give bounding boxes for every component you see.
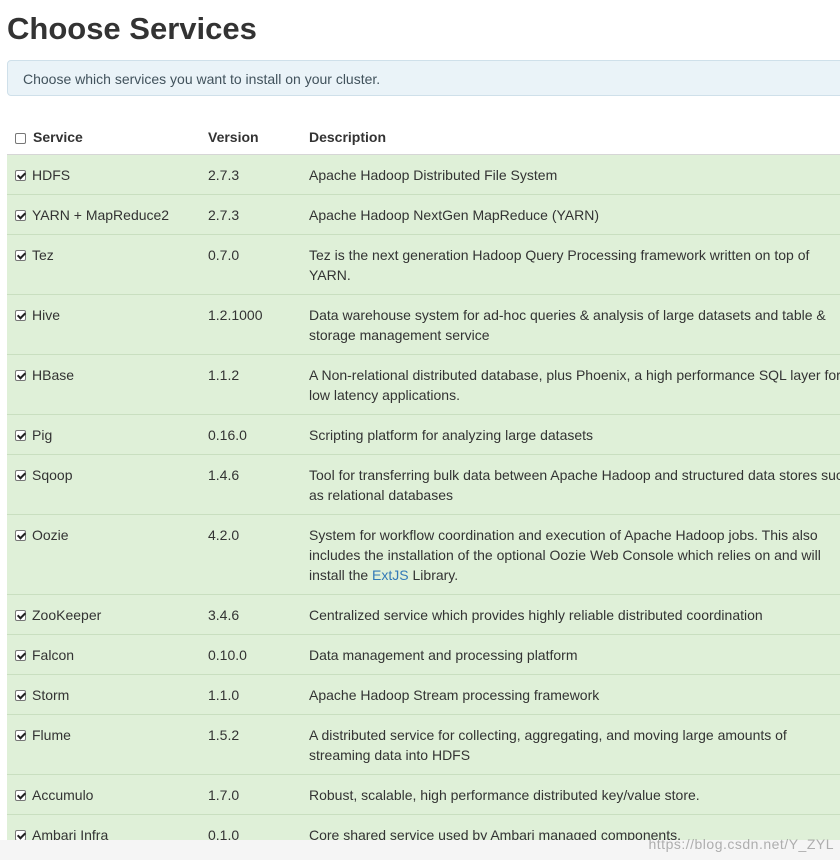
service-cell: Flume: [7, 714, 200, 775]
service-version: 1.2.1000: [200, 294, 301, 355]
service-description: Centralized service which provides highl…: [301, 594, 840, 635]
version-column-header: Version: [200, 119, 301, 155]
description-text: Library.: [408, 567, 459, 583]
service-checkbox[interactable]: [15, 790, 26, 801]
service-version: 1.5.2: [200, 714, 301, 775]
table-row: Pig 0.16.0 Scripting platform for analyzin…: [7, 414, 840, 455]
service-description: Tez is the next generation Hadoop Query …: [301, 234, 840, 295]
service-version: 3.4.6: [200, 594, 301, 635]
service-cell: Tez: [7, 234, 200, 295]
table-row: HBase 1.1.2 A Non-relational distributed d…: [7, 354, 840, 415]
service-checkbox[interactable]: [15, 730, 26, 741]
services-table: Service Version Description HDFS 2.7.3 Apa…: [7, 119, 840, 854]
service-description: Apache Hadoop Stream processing framewor…: [301, 674, 840, 715]
service-description: Data management and processing platform: [301, 634, 840, 675]
service-name: Oozie: [32, 527, 69, 543]
service-cell: Hive: [7, 294, 200, 355]
table-row: Storm 1.1.0 Apache Hadoop Stream processin…: [7, 674, 840, 715]
service-cell: Accumulo: [7, 774, 200, 815]
service-checkbox[interactable]: [15, 610, 26, 621]
service-name: HBase: [32, 367, 75, 383]
table-row: Tez 0.7.0 Tez is the next generation Hadoo…: [7, 234, 840, 295]
service-checkbox[interactable]: [15, 430, 26, 441]
service-cell: Oozie: [7, 514, 200, 595]
watermark-text: https://blog.csdn.net/Y_ZYL: [648, 836, 834, 852]
service-name: Tez: [32, 247, 54, 263]
service-name: Hive: [32, 307, 61, 323]
table-row: HDFS 2.7.3 Apache Hadoop Distributed File …: [7, 154, 840, 195]
service-cell: Storm: [7, 674, 200, 715]
page: Choose Services Choose which services yo…: [0, 0, 840, 860]
service-cell: Falcon: [7, 634, 200, 675]
service-name: YARN + MapReduce2: [32, 207, 170, 223]
service-cell: ZooKeeper: [7, 594, 200, 635]
service-version: 0.16.0: [200, 414, 301, 455]
service-description: Data warehouse system for ad-hoc queries…: [301, 294, 840, 355]
service-checkbox[interactable]: [15, 250, 26, 261]
service-description: Apache Hadoop NextGen MapReduce (YARN): [301, 194, 840, 235]
services-table-body: HDFS 2.7.3 Apache Hadoop Distributed File …: [7, 154, 840, 854]
table-row: Oozie 4.2.0 System for workflow coordinati…: [7, 514, 840, 595]
service-column-header: Service: [7, 119, 200, 155]
service-checkbox[interactable]: [15, 210, 26, 221]
service-cell: Sqoop: [7, 454, 200, 515]
service-name: HDFS: [32, 167, 71, 183]
table-row: YARN + MapReduce2 2.7.3 Apache Hadoop Next…: [7, 194, 840, 235]
service-version: 1.4.6: [200, 454, 301, 515]
page-title: Choose Services: [7, 11, 257, 46]
service-name: Pig: [32, 427, 53, 443]
service-version: 4.2.0: [200, 514, 301, 595]
service-name: Falcon: [32, 647, 75, 663]
select-all-checkbox[interactable]: [15, 132, 26, 144]
service-name: Flume: [32, 727, 71, 743]
service-name: Sqoop: [32, 467, 73, 483]
service-description: Robust, scalable, high performance distr…: [301, 774, 840, 815]
service-cell: HDFS: [7, 154, 200, 195]
service-name: Accumulo: [32, 787, 94, 803]
service-cell: YARN + MapReduce2: [7, 194, 200, 235]
table-row: Accumulo 1.7.0 Robust, scalable, high perf…: [7, 774, 840, 815]
service-description: Apache Hadoop Distributed File System: [301, 154, 840, 195]
service-cell: Pig: [7, 414, 200, 455]
service-cell: HBase: [7, 354, 200, 415]
service-checkbox[interactable]: [15, 690, 26, 701]
service-version: 1.7.0: [200, 774, 301, 815]
service-header-label: Service: [33, 128, 83, 145]
service-checkbox[interactable]: [15, 310, 26, 321]
service-version: 0.7.0: [200, 234, 301, 295]
service-description: A distributed service for collecting, ag…: [301, 714, 840, 775]
info-alert: Choose which services you want to instal…: [7, 60, 840, 96]
service-version: 0.10.0: [200, 634, 301, 675]
service-checkbox[interactable]: [15, 650, 26, 661]
extjs-link[interactable]: ExtJS: [372, 567, 409, 583]
service-description: A Non-relational distributed database, p…: [301, 354, 840, 415]
service-description: System for workflow coordination and exe…: [301, 514, 840, 595]
service-checkbox[interactable]: [15, 170, 26, 181]
table-header-row: Service Version Description: [7, 119, 840, 155]
service-description: Scripting platform for analyzing large d…: [301, 414, 840, 455]
description-column-header: Description: [301, 119, 840, 155]
service-checkbox[interactable]: [15, 470, 26, 481]
table-row: Hive 1.2.1000 Data warehouse system for ad…: [7, 294, 840, 355]
table-row: ZooKeeper 3.4.6 Centralized service which …: [7, 594, 840, 635]
service-version: 2.7.3: [200, 194, 301, 235]
service-version: 2.7.3: [200, 154, 301, 195]
table-row: Falcon 0.10.0 Data management and processi…: [7, 634, 840, 675]
service-checkbox[interactable]: [15, 370, 26, 381]
service-version: 1.1.2: [200, 354, 301, 415]
service-checkbox[interactable]: [15, 530, 26, 541]
service-version: 1.1.0: [200, 674, 301, 715]
table-row: Sqoop 1.4.6 Tool for transferring bulk dat…: [7, 454, 840, 515]
service-description: Tool for transferring bulk data between …: [301, 454, 840, 515]
table-row: Flume 1.5.2 A distributed service for coll…: [7, 714, 840, 775]
service-name: ZooKeeper: [32, 607, 102, 623]
info-text: Choose which services you want to instal…: [23, 71, 381, 87]
service-name: Storm: [32, 687, 70, 703]
